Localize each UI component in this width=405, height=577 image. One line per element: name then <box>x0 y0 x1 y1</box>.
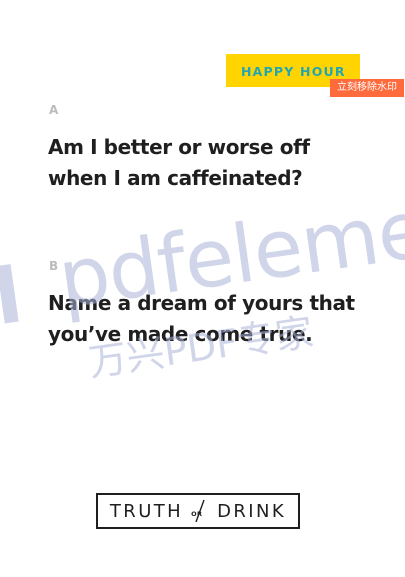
question-a-text: Am I better or worse off when I am caffe… <box>48 135 310 190</box>
brand-word-or: OR <box>191 510 203 518</box>
brand-word-drink: DRINK <box>217 500 287 522</box>
remove-watermark-button[interactable]: 立刻移除水印 <box>330 79 404 97</box>
question-a-letter: A <box>49 103 59 117</box>
watermark-logo-bar <box>0 264 19 324</box>
truth-or-drink-logo: TRUTH OR DRINK <box>96 493 300 529</box>
brand-word-truth: TRUTH <box>109 500 184 522</box>
question-b-letter: B <box>49 259 59 273</box>
question-b-text: Name a dream of yours that you’ve made c… <box>48 291 355 346</box>
brand-or-mark: OR <box>189 498 211 524</box>
